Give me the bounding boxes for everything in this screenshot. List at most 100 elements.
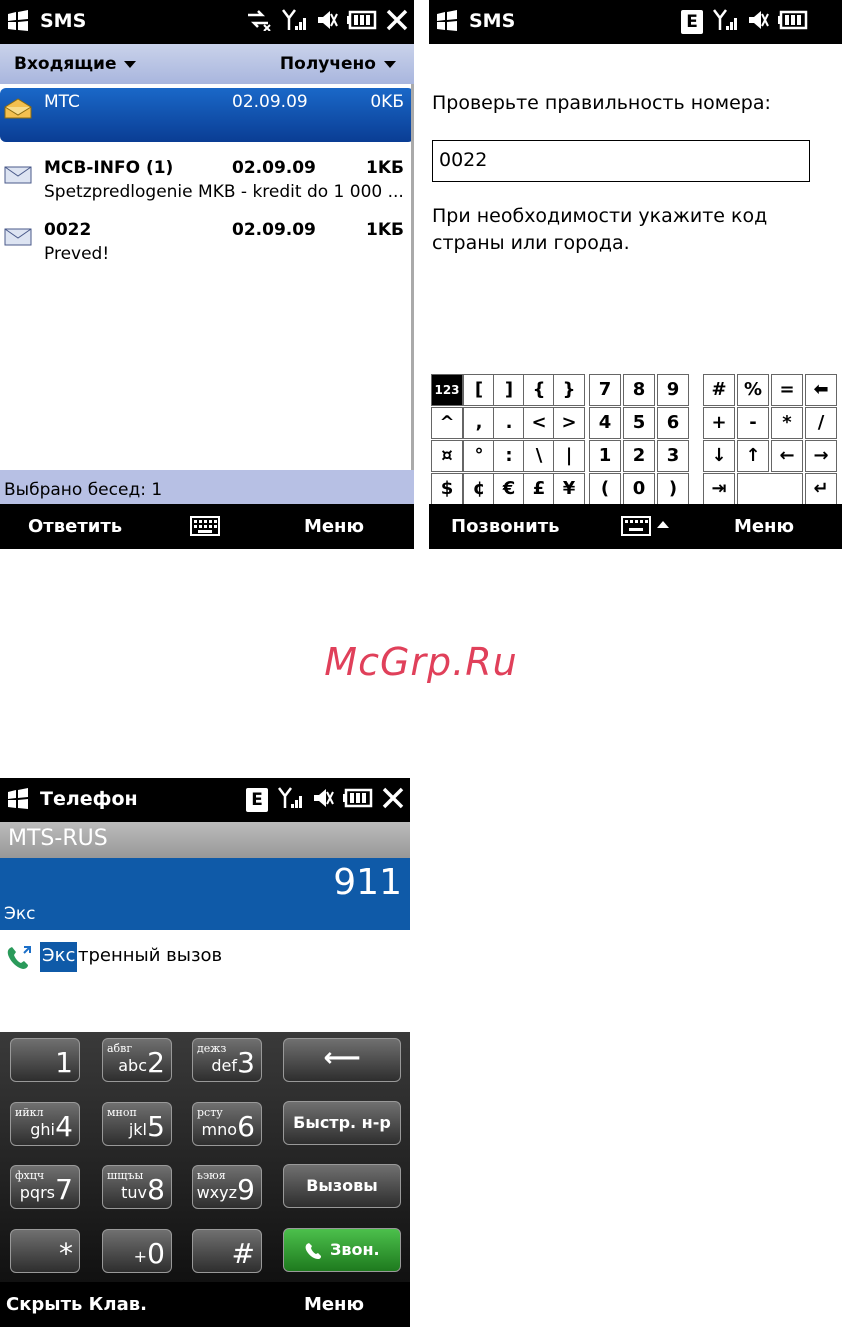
- keyboard-key[interactable]: 2: [623, 440, 655, 472]
- keyboard-key[interactable]: 9: [657, 374, 689, 406]
- signal-icon[interactable]: [281, 8, 307, 36]
- dial-key-hash[interactable]: #: [192, 1228, 262, 1273]
- keyboard-key[interactable]: €: [493, 473, 525, 505]
- keyboard-key[interactable]: |: [553, 440, 585, 472]
- dial-key-2[interactable]: 2 абвг abc: [102, 1038, 172, 1082]
- dial-key-9[interactable]: 9 ьэюя wxyz: [192, 1165, 262, 1209]
- reply-softkey[interactable]: Ответить: [28, 516, 122, 537]
- keyboard-key[interactable]: ]: [493, 374, 525, 406]
- keyboard-key[interactable]: ): [657, 473, 689, 505]
- scrollbar[interactable]: [411, 84, 414, 470]
- keyboard-key[interactable]: ¢: [463, 473, 495, 505]
- contact-suggestion[interactable]: Экс тренный вызов: [0, 930, 410, 1032]
- dial-key-3[interactable]: 3 дежз def: [192, 1038, 262, 1082]
- network-edge-badge[interactable]: E: [246, 788, 268, 812]
- keyboard-key[interactable]: ,: [463, 407, 495, 439]
- keyboard-key[interactable]: →: [805, 440, 837, 472]
- message-item[interactable]: MCB-INFO (1) 02.09.09 1KБ Spetzpredlogen…: [0, 154, 414, 216]
- keyboard-key[interactable]: [: [463, 374, 495, 406]
- menu-softkey[interactable]: Меню: [304, 1294, 364, 1315]
- backspace-button[interactable]: ⟵: [283, 1038, 401, 1082]
- speaker-muted-icon[interactable]: [312, 786, 334, 814]
- network-edge-badge[interactable]: E: [681, 10, 703, 34]
- keyboard-key[interactable]: -: [737, 407, 769, 439]
- menu-softkey[interactable]: Меню: [304, 516, 364, 537]
- close-icon[interactable]: [386, 9, 408, 35]
- keyboard-icon[interactable]: [190, 516, 220, 541]
- keyboard-key[interactable]: ¥: [553, 473, 585, 505]
- keyboard-key[interactable]: 8: [623, 374, 655, 406]
- keyboard-key[interactable]: 7: [589, 374, 621, 406]
- keyboard-key[interactable]: #: [703, 374, 735, 406]
- signal-icon[interactable]: [712, 8, 738, 36]
- keyboard-key[interactable]: =: [771, 374, 803, 406]
- keyboard-icon[interactable]: [621, 516, 673, 541]
- keyboard-key[interactable]: }: [553, 374, 585, 406]
- signal-icon[interactable]: [277, 786, 303, 814]
- keyboard-key[interactable]: /: [805, 407, 837, 439]
- keyboard-key[interactable]: ¤: [431, 440, 463, 472]
- keyboard-key[interactable]: [737, 473, 803, 505]
- speaker-muted-icon[interactable]: [316, 8, 338, 36]
- keyboard-key[interactable]: £: [523, 473, 555, 505]
- keyboard-key[interactable]: 6: [657, 407, 689, 439]
- dial-key-1[interactable]: 1: [10, 1038, 80, 1082]
- dial-key-star[interactable]: *: [10, 1228, 80, 1273]
- menu-softkey[interactable]: Меню: [734, 516, 794, 537]
- talk-button[interactable]: Звон.: [283, 1228, 401, 1272]
- selection-status: Выбрано бесед: 1: [0, 470, 414, 504]
- sort-dropdown[interactable]: Получено: [280, 54, 396, 74]
- speaker-muted-icon[interactable]: [747, 8, 769, 36]
- message-item[interactable]: MTC 02.09.09 0KБ: [0, 88, 414, 142]
- keyboard-key[interactable]: ^: [431, 407, 463, 439]
- keyboard-key[interactable]: ⇥: [703, 473, 735, 505]
- keyboard-key[interactable]: .: [493, 407, 525, 439]
- keyboard-key[interactable]: ↑: [737, 440, 769, 472]
- key-cyrillic-letters: рсту: [197, 1105, 223, 1119]
- battery-icon[interactable]: [347, 10, 377, 34]
- keyboard-key[interactable]: %: [737, 374, 769, 406]
- folder-dropdown[interactable]: Входящие: [14, 54, 137, 74]
- call-softkey[interactable]: Позвонить: [451, 516, 560, 537]
- close-icon[interactable]: [382, 787, 404, 813]
- phone-number-field[interactable]: 0022: [432, 140, 810, 182]
- dial-key-5[interactable]: 5 мноп jkl: [102, 1101, 172, 1146]
- keyboard-key[interactable]: (: [589, 473, 621, 505]
- keyboard-key[interactable]: +: [703, 407, 735, 439]
- message-item[interactable]: 0022 02.09.09 1KБ Preved!: [0, 216, 414, 278]
- keyboard-key[interactable]: 0: [623, 473, 655, 505]
- battery-icon[interactable]: [778, 10, 808, 34]
- keyboard-key[interactable]: *: [771, 407, 803, 439]
- keyboard-key[interactable]: $: [431, 473, 463, 505]
- message-preview: Spetzpredlogenie MKB - kredit do 1 000 .…: [44, 182, 404, 202]
- keyboard-key[interactable]: :: [493, 440, 525, 472]
- keyboard-key[interactable]: ⬅: [805, 374, 837, 406]
- keyboard-key[interactable]: 1: [589, 440, 621, 472]
- dial-key-0[interactable]: 0 +: [102, 1228, 172, 1273]
- dial-key-6[interactable]: 6 рсту mno: [192, 1101, 262, 1146]
- dial-key-8[interactable]: 8 шщъы tuv: [102, 1165, 172, 1209]
- windows-start-icon[interactable]: [435, 10, 459, 32]
- keyboard-key[interactable]: {: [523, 374, 555, 406]
- keyboard-key[interactable]: 3: [657, 440, 689, 472]
- keyboard-key[interactable]: ↓: [703, 440, 735, 472]
- sync-arrows-icon[interactable]: [244, 9, 272, 35]
- keyboard-key[interactable]: 123: [431, 374, 463, 406]
- keyboard-key[interactable]: <: [523, 407, 555, 439]
- softkey-bar: Позвонить Меню: [429, 504, 842, 549]
- dial-key-4[interactable]: 4 ийкл ghi: [10, 1101, 80, 1146]
- windows-start-icon[interactable]: [6, 10, 30, 32]
- dial-key-7[interactable]: 7 фхцч pqrs: [10, 1165, 80, 1209]
- call-history-button[interactable]: Вызовы: [283, 1164, 401, 1208]
- speed-dial-button[interactable]: Быстр. н-р: [283, 1101, 401, 1145]
- keyboard-key[interactable]: 4: [589, 407, 621, 439]
- windows-start-icon[interactable]: [6, 788, 30, 810]
- keyboard-key[interactable]: >: [553, 407, 585, 439]
- keyboard-key[interactable]: 5: [623, 407, 655, 439]
- keyboard-key[interactable]: °: [463, 440, 495, 472]
- hide-keypad-softkey[interactable]: Скрыть Клав.: [6, 1294, 147, 1315]
- keyboard-key[interactable]: ↵: [805, 473, 837, 505]
- battery-icon[interactable]: [343, 788, 373, 812]
- keyboard-key[interactable]: ←: [771, 440, 803, 472]
- keyboard-key[interactable]: \: [523, 440, 555, 472]
